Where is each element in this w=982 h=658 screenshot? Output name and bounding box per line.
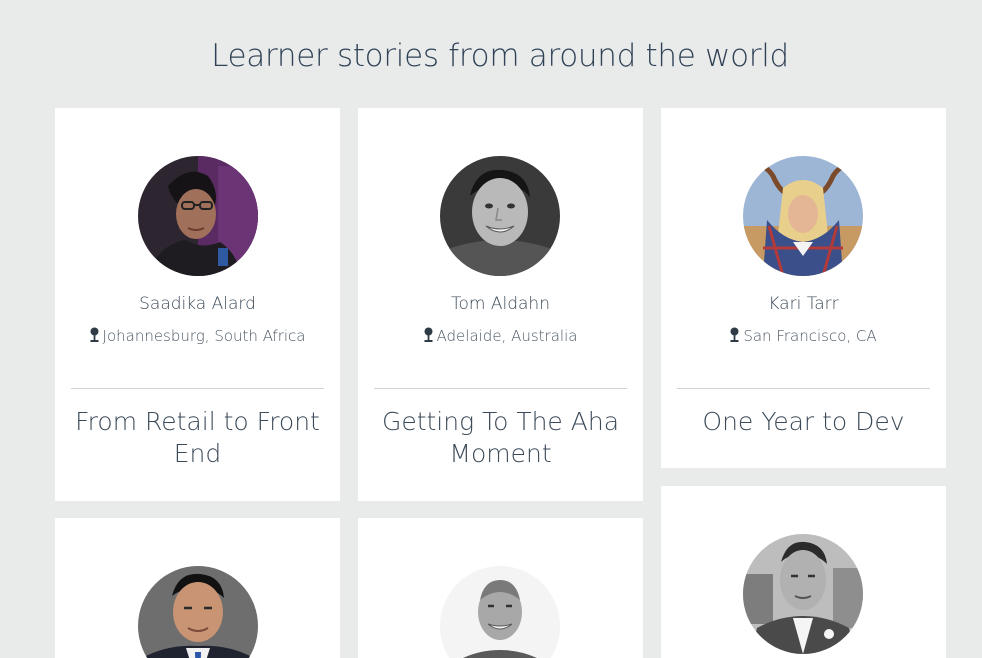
card-divider <box>374 388 627 389</box>
story-card[interactable] <box>55 518 340 658</box>
learner-location: San Francisco, CA <box>661 327 946 345</box>
story-title[interactable]: One Year to Dev <box>673 406 934 438</box>
avatar <box>440 566 560 658</box>
story-card[interactable] <box>661 486 946 658</box>
story-title[interactable]: From Retail to Front End <box>67 406 328 470</box>
story-title[interactable]: Getting To The Aha Moment <box>370 406 631 470</box>
section-heading: Learner stories from around the world <box>211 38 789 74</box>
story-card[interactable] <box>358 518 643 658</box>
location-text: San Francisco, CA <box>743 327 877 345</box>
avatar <box>743 534 863 654</box>
learner-location: Adelaide, Australia <box>358 327 643 345</box>
story-card[interactable]: Kari Tarr San Francisco, CA One Year to … <box>661 108 946 468</box>
learner-location: Johannesburg, South Africa <box>55 327 340 345</box>
story-card[interactable]: Saadika Alard Johannesburg, South Africa… <box>55 108 340 501</box>
story-card[interactable]: Tom Aldahn Adelaide, Australia Getting T… <box>358 108 643 501</box>
card-divider <box>677 388 930 389</box>
avatar <box>440 156 560 276</box>
map-pin-icon <box>90 327 99 342</box>
learner-name: Saadika Alard <box>139 294 256 314</box>
map-pin-icon <box>424 327 433 342</box>
location-text: Adelaide, Australia <box>436 327 578 345</box>
map-pin-icon <box>730 327 739 342</box>
avatar <box>138 156 258 276</box>
avatar <box>138 566 258 658</box>
card-divider <box>71 388 324 389</box>
learner-name: Kari Tarr <box>768 294 839 314</box>
avatar <box>743 156 863 276</box>
learner-stories-page: Learner stories from around the world Sa… <box>0 0 982 658</box>
learner-name: Tom Aldahn <box>451 294 550 314</box>
location-text: Johannesburg, South Africa <box>102 327 306 345</box>
